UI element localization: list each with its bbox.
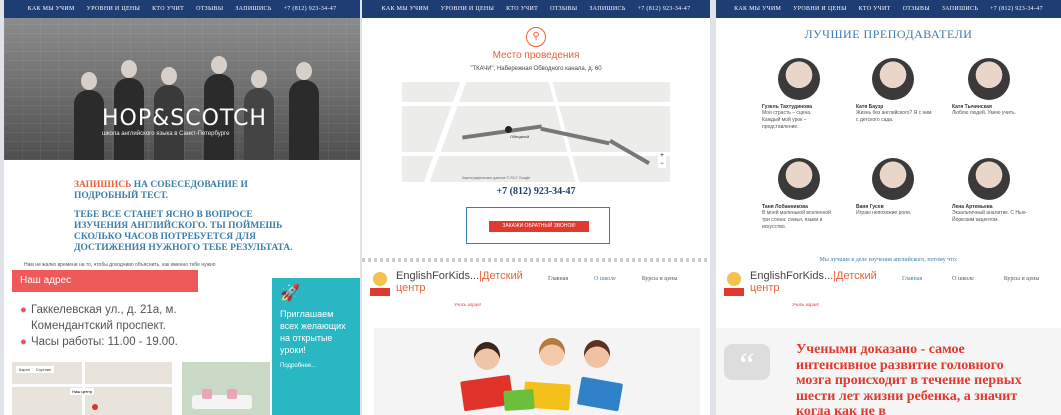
callback-button[interactable]: ЗАКАЖИ ОБРАТНЫЙ ЗВОНОК! bbox=[489, 221, 589, 232]
nav-item-teachers[interactable]: КТО УЧИТ bbox=[859, 6, 891, 12]
teacher-card: Лена Артемьева Экзальтичный аналитик. С … bbox=[952, 158, 1052, 224]
map-tab-satellite[interactable]: Спутник bbox=[36, 367, 51, 372]
map-footer: Картографические данные © 2017 Google bbox=[462, 176, 531, 180]
map-pin-icon bbox=[505, 126, 512, 133]
divider bbox=[362, 258, 710, 262]
nav-item-reviews[interactable]: ОТЗЫВЫ bbox=[196, 6, 223, 12]
teacher-card: Катя Баузр Жизнь без английского? Я с ни… bbox=[856, 58, 956, 124]
avatar bbox=[778, 58, 820, 100]
nav-item-levels[interactable]: УРОВНИ И ЦЕНЫ bbox=[441, 6, 494, 12]
site-header: EnglishForKids...|Детский центр Главная … bbox=[716, 266, 1061, 314]
location-pin-icon: ⚲ bbox=[526, 27, 546, 47]
place-title: Место проведения bbox=[492, 50, 580, 61]
address-line: ● Гаккелевская ул., д. 21а, м. bbox=[20, 304, 177, 316]
open-lessons-promo[interactable]: 🚀 Приглашаем всех желающих на открытые у… bbox=[272, 278, 360, 415]
top-nav: КАК МЫ УЧИМ УРОВНИ И ЦЕНЫ КТО УЧИТ ОТЗЫВ… bbox=[716, 0, 1061, 18]
teacher-card: Таня Лобанникова В моей маленькой вселен… bbox=[762, 158, 862, 231]
site-menu: Главная О школе Курсы и цены bbox=[548, 276, 677, 282]
avatar bbox=[778, 158, 820, 200]
map-tab-map[interactable]: Карта bbox=[19, 367, 30, 372]
site-name[interactable]: EnglishForKids...|Детский центр bbox=[396, 270, 546, 294]
nav-item-how[interactable]: КАК МЫ УЧИМ bbox=[734, 6, 781, 12]
screenshot-panel-location: КАК МЫ УЧИМ УРОВНИ И ЦЕНЫ КТО УЧИТ ОТЗЫВ… bbox=[362, 0, 710, 415]
location-map[interactable]: Обводный + − Картографические данные © 20… bbox=[402, 82, 670, 182]
map-marker-label: Обводный bbox=[510, 134, 530, 139]
site-logo-icon[interactable] bbox=[370, 272, 390, 296]
avatar bbox=[872, 58, 914, 100]
screenshot-panel-hopscotch: КАК МЫ УЧИМ УРОВНИ И ЦЕНЫ КТО УЧИТ ОТЗЫВ… bbox=[4, 0, 360, 415]
menu-item-about[interactable]: О школе bbox=[594, 276, 616, 282]
nav-item-reviews[interactable]: ОТЗЫВЫ bbox=[903, 6, 930, 12]
address-map[interactable]: Карта Спутник Наш центр bbox=[12, 362, 172, 415]
classroom-photo bbox=[182, 362, 270, 415]
map-pin-icon bbox=[92, 404, 98, 410]
slogan: Учись играя! bbox=[792, 302, 819, 307]
quote-icon: “ bbox=[724, 344, 770, 384]
nav-item-reviews[interactable]: ОТЗЫВЫ bbox=[550, 6, 577, 12]
small-note: Нам не жалко времени на то, чтобы доходч… bbox=[24, 262, 216, 268]
nav-item-levels[interactable]: УРОВНИ И ЦЕНЫ bbox=[793, 6, 846, 12]
hours-line: ● Часы работы: 11.00 - 19.00. bbox=[20, 336, 178, 348]
avatar bbox=[968, 58, 1010, 100]
top-nav: КАК МЫ УЧИМ УРОВНИ И ЦЕНЫ КТО УЧИТ ОТЗЫВ… bbox=[362, 0, 710, 18]
signup-link[interactable]: ЗАПИШИСЬ bbox=[74, 180, 131, 190]
nav-item-how[interactable]: КАК МЫ УЧИМ bbox=[28, 6, 75, 12]
site-name[interactable]: EnglishForKids...|Детский центр bbox=[750, 270, 900, 294]
menu-item-courses[interactable]: Курсы и цены bbox=[1004, 276, 1040, 282]
zoom-controls[interactable]: + − bbox=[658, 152, 666, 168]
screenshot-panel-teachers: КАК МЫ УЧИМ УРОВНИ И ЦЕНЫ КТО УЧИТ ОТЗЫВ… bbox=[716, 0, 1061, 415]
quote-text: Учеными доказано - самое интенсивное раз… bbox=[796, 342, 1022, 415]
signup-heading: ЗАПИШИСЬ НА СОБЕСЕДОВАНИЕ И ПОДРОБНЫЙ ТЕ… bbox=[74, 180, 294, 202]
promo-more-link[interactable]: Подробнее... bbox=[280, 360, 352, 372]
site-header: EnglishForKids...|Детский центр Главная … bbox=[362, 266, 710, 314]
promo-text: Приглашаем всех желающих на открытые уро… bbox=[280, 309, 346, 355]
menu-item-courses[interactable]: Курсы и цены bbox=[642, 276, 678, 282]
teacher-desc: Моя страсть – сцена. Каждый мой урок – п… bbox=[762, 110, 812, 130]
nav-item-signup[interactable]: ЗАПИШИСЬ bbox=[942, 6, 978, 12]
nav-item-teachers[interactable]: КТО УЧИТ bbox=[152, 6, 184, 12]
rocket-icon: 🚀 bbox=[280, 285, 300, 302]
menu-item-home[interactable]: Главная bbox=[548, 276, 568, 282]
menu-item-home[interactable]: Главная bbox=[902, 276, 922, 282]
hero-photo: HOP&SCOTCH школа английского языка в Сан… bbox=[4, 18, 360, 160]
teacher-desc: Жизнь без английского? Я с ним с детског… bbox=[856, 110, 932, 123]
teacher-card: Ваня Гусев Играю непохожие роли. bbox=[856, 158, 956, 217]
nav-item-signup[interactable]: ЗАПИШИСЬ bbox=[235, 6, 271, 12]
nav-item-teachers[interactable]: КТО УЧИТ bbox=[506, 6, 538, 12]
teacher-card: Гузель Тахтудинова Моя страсть – сцена. … bbox=[762, 58, 862, 131]
address-list: ●Гаккелевская ул., д. 21а, м. ●Комендант… bbox=[20, 302, 178, 350]
brand-logo: HOP&SCOTCH bbox=[102, 106, 267, 131]
phone-number[interactable]: +7 (812) 923-34-47 bbox=[362, 186, 710, 197]
site-logo-icon[interactable] bbox=[724, 272, 744, 296]
brand-tagline: школа английского языка в Санкт-Петербур… bbox=[102, 131, 230, 137]
avatar bbox=[968, 158, 1010, 200]
reasons-note: Мы лучшие в деле изучения английского, п… bbox=[819, 257, 958, 263]
avatar bbox=[872, 158, 914, 200]
nav-phone[interactable]: +7 (812) 923-34-47 bbox=[638, 6, 691, 12]
slogan: Учись играя! bbox=[454, 302, 481, 307]
site-menu: Главная О школе Курсы и цены bbox=[902, 276, 1039, 282]
teacher-desc: В моей маленькой вселенной три слона: се… bbox=[762, 210, 831, 230]
benefit-text: ТЕБЕ ВСЕ СТАНЕТ ЯСНО В ВОПРОСЕ ИЗУЧЕНИЯ … bbox=[74, 210, 293, 253]
kids-reading-photo bbox=[374, 328, 700, 415]
teacher-card: Катя Тычинская Люблю людей. Умею учить. bbox=[952, 58, 1052, 117]
teacher-desc: Экзальтичный аналитик. С Нью-Йоркским ак… bbox=[952, 210, 1027, 223]
nav-item-signup[interactable]: ЗАПИШИСЬ bbox=[589, 6, 625, 12]
nav-phone[interactable]: +7 (812) 923-34-47 bbox=[284, 6, 337, 12]
nav-item-how[interactable]: КАК МЫ УЧИМ bbox=[382, 6, 429, 12]
address-title: Наш адрес bbox=[12, 270, 198, 292]
map-marker-label: Наш центр bbox=[70, 388, 95, 395]
nav-phone[interactable]: +7 (812) 923-34-47 bbox=[990, 6, 1043, 12]
callback-box: ЗАКАЖИ ОБРАТНЫЙ ЗВОНОК! bbox=[466, 207, 610, 244]
teacher-desc: Люблю людей. Умею учить. bbox=[952, 110, 1017, 116]
top-nav: КАК МЫ УЧИМ УРОВНИ И ЦЕНЫ КТО УЧИТ ОТЗЫВ… bbox=[4, 0, 360, 18]
menu-item-about[interactable]: О школе bbox=[952, 276, 974, 282]
teacher-desc: Играю непохожие роли. bbox=[856, 210, 912, 216]
address-line: ●Комендантский проспект. bbox=[30, 320, 166, 332]
teachers-title: ЛУЧШИЕ ПРЕПОДАВАТЕЛИ bbox=[804, 27, 973, 41]
nav-item-levels[interactable]: УРОВНИ И ЦЕНЫ bbox=[87, 6, 140, 12]
place-address: "ТКАЧИ", Набережная Обводного канала, д.… bbox=[470, 66, 602, 72]
